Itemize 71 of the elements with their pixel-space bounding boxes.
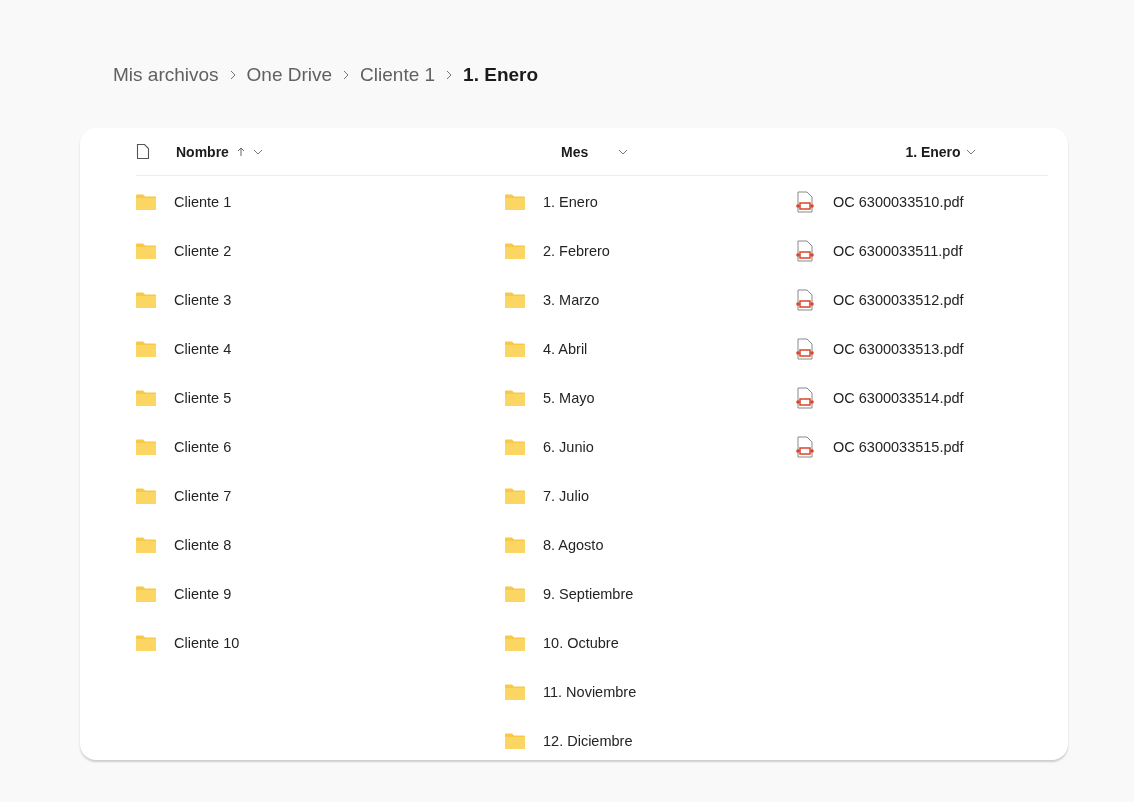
folder-icon	[505, 487, 525, 504]
file-name[interactable]: 8. Agosto	[543, 536, 604, 553]
file-name[interactable]: OC 6300033513.pdf	[833, 340, 964, 357]
folder-icon	[505, 585, 525, 602]
sort-up-icon	[236, 146, 245, 157]
file-name[interactable]: OC 6300033515.pdf	[833, 438, 964, 455]
file-name[interactable]: 12. Diciembre	[543, 732, 633, 749]
folder-icon	[505, 634, 525, 651]
folder-icon	[505, 536, 525, 553]
file-name[interactable]: Cliente 9	[174, 585, 232, 602]
file-name[interactable]: 1. Enero	[543, 193, 598, 210]
folder-icon	[136, 242, 156, 259]
file-name[interactable]: 10. Octubre	[543, 634, 619, 651]
breadcrumb-item[interactable]: Cliente 1	[360, 64, 436, 86]
pdf-file-icon	[795, 190, 815, 213]
file-name[interactable]: 4. Abril	[543, 340, 588, 357]
file-name[interactable]: Cliente 7	[174, 487, 232, 504]
breadcrumb-item[interactable]: Mis archivos	[113, 64, 219, 86]
folder-icon	[136, 291, 156, 308]
file-name[interactable]: 11. Noviembre	[543, 683, 637, 700]
folder-icon	[136, 389, 156, 406]
folder-icon	[136, 193, 156, 210]
folder-icon	[505, 242, 525, 259]
file-name[interactable]: 9. Septiembre	[543, 585, 634, 602]
chevron-down-icon[interactable]	[252, 148, 263, 155]
file-name[interactable]: 2. Febrero	[543, 242, 610, 259]
pdf-file-icon	[795, 435, 815, 458]
file-name[interactable]: OC 6300033511.pdf	[833, 242, 963, 259]
folder-icon	[136, 585, 156, 602]
folder-icon	[505, 193, 525, 210]
file-name[interactable]: OC 6300033512.pdf	[833, 291, 964, 308]
chevron-down-icon[interactable]	[965, 148, 976, 155]
folder-icon	[136, 340, 156, 357]
breadcrumb-item[interactable]: One Drive	[246, 64, 333, 86]
breadcrumb-item[interactable]: 1. Enero	[463, 64, 539, 86]
folder-icon	[136, 438, 156, 455]
file-name[interactable]: Cliente 4	[174, 340, 232, 357]
column-header[interactable]: 1. Enero	[905, 143, 961, 160]
folder-icon	[505, 732, 525, 749]
file-name[interactable]: 7. Julio	[543, 487, 589, 504]
chevron-right-icon	[445, 70, 454, 80]
file-name[interactable]: Cliente 6	[174, 438, 232, 455]
pdf-file-icon	[795, 386, 815, 409]
chevron-down-icon[interactable]	[618, 148, 629, 155]
pdf-file-icon	[795, 337, 815, 360]
chevron-right-icon	[342, 70, 351, 80]
folder-icon	[505, 683, 525, 700]
file-icon	[136, 143, 150, 160]
column-header[interactable]: Mes	[561, 143, 589, 160]
file-name[interactable]: Cliente 5	[174, 389, 232, 406]
file-name[interactable]: Cliente 1	[174, 193, 232, 210]
file-name[interactable]: Cliente 2	[174, 242, 232, 259]
file-name[interactable]: OC 6300033510.pdf	[833, 193, 964, 210]
folder-icon	[136, 634, 156, 651]
folder-icon	[505, 438, 525, 455]
pdf-file-icon	[795, 288, 815, 311]
file-name[interactable]: OC 6300033514.pdf	[833, 389, 964, 406]
chevron-right-icon	[228, 70, 237, 80]
folder-icon	[505, 340, 525, 357]
folder-icon	[505, 389, 525, 406]
pdf-file-icon	[795, 239, 815, 262]
column-header[interactable]: Nombre	[176, 143, 245, 160]
file-name[interactable]: Cliente 10	[174, 634, 240, 651]
folder-icon	[136, 487, 156, 504]
file-name[interactable]: 3. Marzo	[543, 291, 600, 308]
file-name[interactable]: 5. Mayo	[543, 389, 595, 406]
folder-icon	[505, 291, 525, 308]
file-name[interactable]: Cliente 8	[174, 536, 232, 553]
file-name[interactable]: 6. Junio	[543, 438, 594, 455]
folder-icon	[136, 536, 156, 553]
file-name[interactable]: Cliente 3	[174, 291, 232, 308]
